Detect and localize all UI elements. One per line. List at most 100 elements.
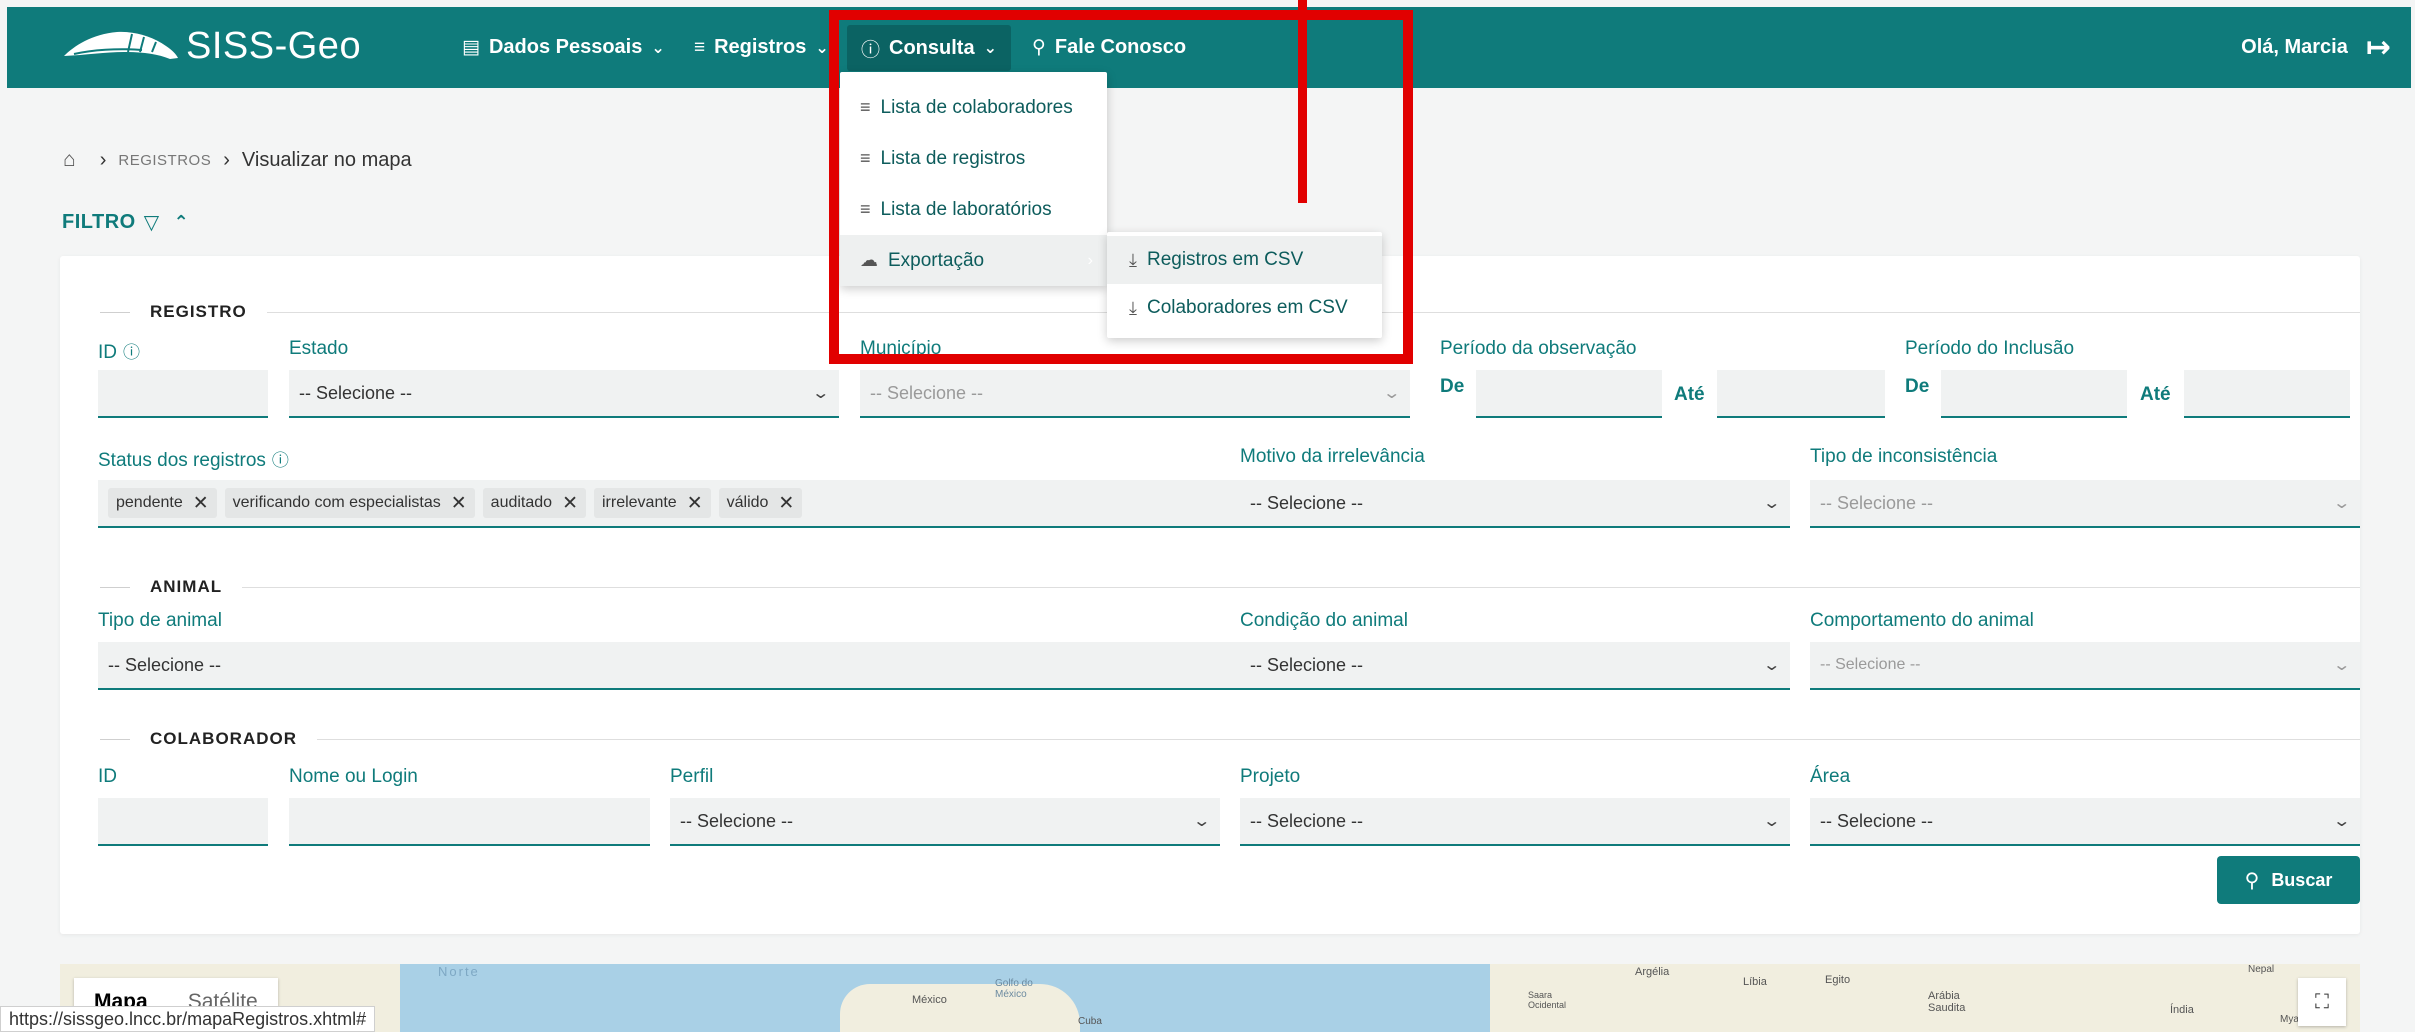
periodo-observacao-ate-label: Até: [1674, 384, 1705, 405]
user-greeting: Olá, Marcia: [2241, 36, 2348, 58]
chip-label: válido: [726, 494, 769, 511]
municipio-select[interactable]: -- Selecione -- ⌄: [860, 370, 1410, 418]
filter-toggle[interactable]: FILTRO ▽ ⌃: [62, 210, 189, 235]
siss-geo-logo[interactable]: SISS-Geo: [62, 21, 361, 71]
armadillo-logo-icon: [64, 31, 178, 59]
close-icon[interactable]: ✕: [193, 492, 209, 515]
chip-label: pendente: [116, 494, 183, 511]
chevron-down-icon: ⌄: [810, 385, 830, 402]
logout-icon[interactable]: ↦: [2366, 30, 2391, 65]
comportamento-animal-select[interactable]: -- Selecione -- ⌄: [1810, 642, 2360, 690]
estado-select[interactable]: -- Selecione -- ⌄: [289, 370, 839, 418]
tipo-animal-select[interactable]: -- Selecione -- ⌄: [98, 642, 1278, 690]
user-menu[interactable]: Olá, Marcia ↦: [2241, 7, 2391, 88]
nav-registros[interactable]: ≡ Registros ⌄: [694, 7, 829, 88]
projeto-value: -- Selecione --: [1250, 810, 1364, 831]
status-chip: irrelevante ✕: [593, 488, 711, 518]
close-icon[interactable]: ✕: [687, 492, 703, 515]
chevron-down-icon: ⌄: [1761, 657, 1781, 674]
periodo-observacao-label: Período da observação: [1440, 338, 1637, 359]
estado-value: -- Selecione --: [299, 382, 413, 403]
nav-dados-pessoais[interactable]: ▤ Dados Pessoais ⌄: [462, 7, 665, 88]
map-view[interactable]: Mapa Satélite Norte Golfo do México Méxi…: [60, 964, 2360, 1032]
comportamento-value: -- Selecione --: [1820, 656, 1921, 673]
projeto-label: Projeto: [1240, 766, 1301, 787]
perfil-select[interactable]: -- Selecione -- ⌄: [670, 798, 1220, 846]
map-label: Nepal: [2248, 964, 2275, 975]
perfil-label: Perfil: [670, 766, 714, 787]
chevron-down-icon: ⌄: [1381, 385, 1401, 402]
section-colaborador: COLABORADOR: [100, 726, 2360, 752]
close-icon[interactable]: ✕: [451, 492, 467, 515]
periodo-inclusao-de-input[interactable]: [1941, 370, 2127, 418]
periodo-observacao-ate-input[interactable]: [1717, 370, 1885, 418]
chevron-down-icon: ⌄: [2331, 813, 2351, 830]
condicao-animal-select[interactable]: -- Selecione -- ⌄: [1240, 642, 1790, 690]
info-icon[interactable]: ⓘ: [272, 451, 289, 470]
map-label: Líbia: [1743, 976, 1767, 988]
chevron-right-icon: ›: [223, 148, 230, 171]
info-icon[interactable]: ⓘ: [123, 343, 140, 362]
motivo-value: -- Selecione --: [1250, 492, 1364, 513]
id-label-text: ID: [98, 342, 117, 363]
tipo-inconsistencia-label: Tipo de inconsistência: [1810, 446, 1998, 467]
municipio-value: -- Selecione --: [870, 382, 984, 403]
breadcrumb-registros[interactable]: REGISTROS: [118, 152, 211, 169]
colaborador-id-input[interactable]: [98, 798, 268, 846]
area-label: Área: [1810, 766, 1851, 787]
status-chip: pendente ✕: [108, 488, 217, 518]
divider: [317, 738, 2360, 740]
chevron-down-icon: ⌄: [1761, 813, 1781, 830]
chip-label: verificando com especialistas: [232, 494, 441, 511]
divider: [100, 311, 130, 313]
map-label: Saara Ocidental: [1528, 990, 1567, 1010]
map-label: Cuba: [1078, 1016, 1102, 1027]
list-icon: ≡: [694, 36, 706, 58]
nome-login-label: Nome ou Login: [289, 766, 418, 787]
map-label: Arábia Saudita: [1928, 990, 1966, 1014]
nome-login-input[interactable]: [289, 798, 650, 846]
periodo-inclusao-ate-label: Até: [2140, 384, 2171, 405]
chevron-down-icon: ⌄: [2331, 495, 2351, 512]
chevron-down-icon: ⌄: [1191, 813, 1211, 830]
home-icon[interactable]: ⌂: [63, 148, 76, 172]
app-name: SISS-Geo: [186, 24, 362, 67]
motivo-irrelevancia-label: Motivo da irrelevância: [1240, 446, 1425, 467]
close-icon[interactable]: ✕: [562, 492, 578, 515]
close-icon[interactable]: ✕: [778, 492, 794, 515]
tipo-inconsistencia-select[interactable]: -- Selecione -- ⌄: [1810, 480, 2360, 528]
tipo-animal-value: -- Selecione --: [108, 654, 222, 675]
map-land: [1490, 964, 2360, 1032]
periodo-inclusao-label: Período do Inclusão: [1905, 338, 2075, 359]
tipo-animal-label: Tipo de animal: [98, 610, 222, 631]
inconsistencia-value: -- Selecione --: [1820, 492, 1934, 513]
chevron-down-icon: ⌄: [815, 39, 829, 57]
divider: [242, 586, 2360, 588]
search-button[interactable]: ⚲ Buscar: [2217, 856, 2360, 904]
status-registros-label: Status dos registros ⓘ: [98, 446, 289, 472]
breadcrumb-current: Visualizar no mapa: [241, 148, 412, 171]
map-label: Norte: [438, 964, 480, 979]
condicao-animal-label: Condição do animal: [1240, 610, 1408, 631]
map-label: Índia: [2170, 1004, 2194, 1016]
motivo-irrelevancia-select[interactable]: -- Selecione -- ⌄: [1240, 480, 1790, 528]
periodo-inclusao-ate-input[interactable]: [2184, 370, 2350, 418]
estado-label: Estado: [289, 338, 349, 359]
nav-registros-label: Registros: [714, 36, 807, 58]
periodo-observacao-de-input[interactable]: [1476, 370, 1662, 418]
projeto-select[interactable]: -- Selecione -- ⌄: [1240, 798, 1790, 846]
registro-id-input[interactable]: [98, 370, 268, 418]
chip-label: auditado: [490, 494, 553, 511]
fullscreen-icon[interactable]: ⛶: [2298, 978, 2346, 1026]
status-registros-multiselect[interactable]: pendente ✕ verificando com especialistas ✕…: [98, 480, 1278, 528]
perfil-value: -- Selecione --: [680, 810, 794, 831]
colaborador-id-label: ID: [98, 766, 117, 787]
id-card-icon: ▤: [462, 37, 480, 58]
divider: [100, 586, 130, 588]
status-label-text: Status dos registros: [98, 450, 266, 471]
map-label: Golfo do México: [995, 978, 1033, 1000]
area-select[interactable]: -- Selecione -- ⌄: [1810, 798, 2360, 846]
chevron-down-icon: ⌄: [651, 39, 665, 57]
map-label: Egito: [1825, 974, 1851, 986]
comportamento-animal-label: Comportamento do animal: [1810, 610, 2034, 631]
